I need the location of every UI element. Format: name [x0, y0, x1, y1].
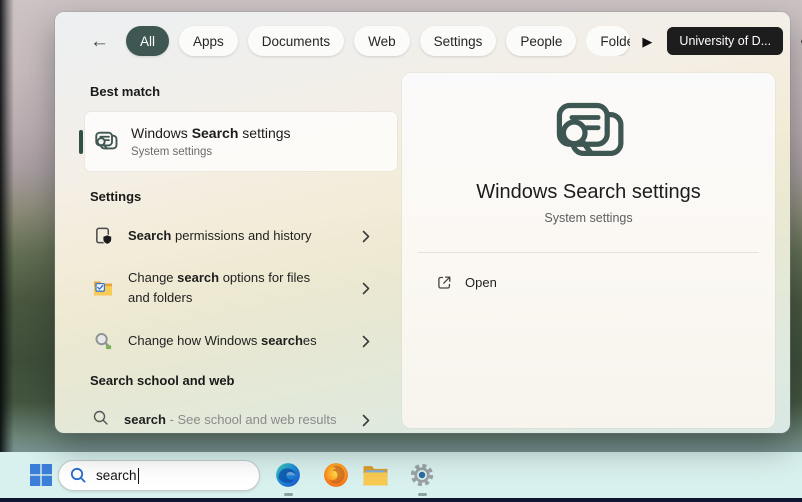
result-label: Change how Windows searches [128, 331, 317, 351]
settings-gear-icon[interactable] [408, 461, 436, 489]
wallpaper-edge-shade [0, 0, 14, 502]
search-settings-icon [94, 131, 118, 153]
permissions-shield-icon [93, 227, 113, 246]
filter-all[interactable]: All [126, 26, 169, 56]
start-button[interactable] [29, 463, 53, 487]
best-match-header: Best match [90, 84, 397, 99]
open-action[interactable]: Open [437, 268, 759, 296]
taskbar: search [0, 452, 802, 498]
external-link-icon [437, 275, 452, 290]
search-flyout-panel: ← All Apps Documents Web Settings People… [55, 12, 790, 433]
result-search-permissions[interactable]: Search permissions and history [93, 226, 370, 246]
chevron-right-icon [362, 414, 370, 427]
chevron-right-icon [362, 282, 370, 295]
taskbar-search-input[interactable]: search [58, 460, 260, 491]
search-settings-icon-large [552, 101, 626, 167]
edge-running-indicator [284, 493, 293, 496]
filter-apps[interactable]: Apps [179, 26, 238, 56]
open-label: Open [465, 275, 497, 290]
result-change-how-windows-searches[interactable]: Change how Windows searches [93, 331, 370, 351]
windows-logo-icon [29, 463, 53, 487]
screen-bottom-edge [0, 498, 802, 502]
more-filters-icon[interactable]: ▶ [642, 35, 652, 48]
search-icon [70, 467, 87, 484]
back-arrow-icon[interactable]: ← [90, 32, 109, 51]
result-label: search - See school and web results [124, 410, 336, 430]
best-match-text: Windows Search settings System settings [131, 125, 291, 158]
filter-settings[interactable]: Settings [420, 26, 497, 56]
preview-subtitle: System settings [402, 211, 775, 225]
result-search-options-files[interactable]: Change search options for files and fold… [93, 268, 370, 308]
result-preview-card: Windows Search settings System settings … [402, 73, 775, 428]
filter-documents[interactable]: Documents [248, 26, 344, 56]
result-label: Change search options for files and fold… [128, 268, 324, 308]
edge-browser-icon[interactable] [274, 461, 302, 489]
preview-icon-wrap [402, 101, 775, 167]
best-match-title: Windows Search settings [131, 125, 291, 143]
search-filter-bar: ← All Apps Documents Web Settings People… [55, 12, 790, 70]
text-caret [138, 468, 140, 484]
best-match-result[interactable]: Windows Search settings System settings [85, 112, 397, 171]
filter-people[interactable]: People [506, 26, 576, 56]
magnifier-icon [93, 410, 109, 431]
file-explorer-icon[interactable] [361, 461, 389, 489]
preview-divider [418, 252, 759, 253]
web-section-header: Search school and web [90, 373, 397, 388]
search-results-area: Best match Windows Search settings Syste… [55, 70, 790, 433]
results-column: Best match Windows Search settings Syste… [75, 70, 397, 431]
filter-folders-clipped: Folders [586, 26, 630, 56]
result-web-search[interactable]: search - See school and web results [93, 410, 370, 431]
filter-web[interactable]: Web [354, 26, 410, 56]
settings-section-header: Settings [90, 189, 397, 204]
settings-running-indicator [418, 493, 427, 496]
organization-button[interactable]: University of D... [667, 27, 783, 55]
selection-indicator [79, 130, 83, 154]
preview-title: Windows Search settings [402, 181, 775, 204]
result-label: Search permissions and history [128, 226, 312, 246]
chevron-right-icon [362, 230, 370, 243]
windows-search-icon [93, 332, 113, 351]
best-match-subtitle: System settings [131, 146, 291, 158]
filter-folders[interactable]: Folders [586, 26, 630, 56]
taskbar-search-value: search [96, 468, 137, 483]
filter-pills: All Apps Documents Web Settings People F… [126, 26, 630, 56]
chevron-right-icon [362, 335, 370, 348]
firefox-browser-icon[interactable] [322, 461, 350, 489]
folder-options-icon [93, 279, 113, 297]
